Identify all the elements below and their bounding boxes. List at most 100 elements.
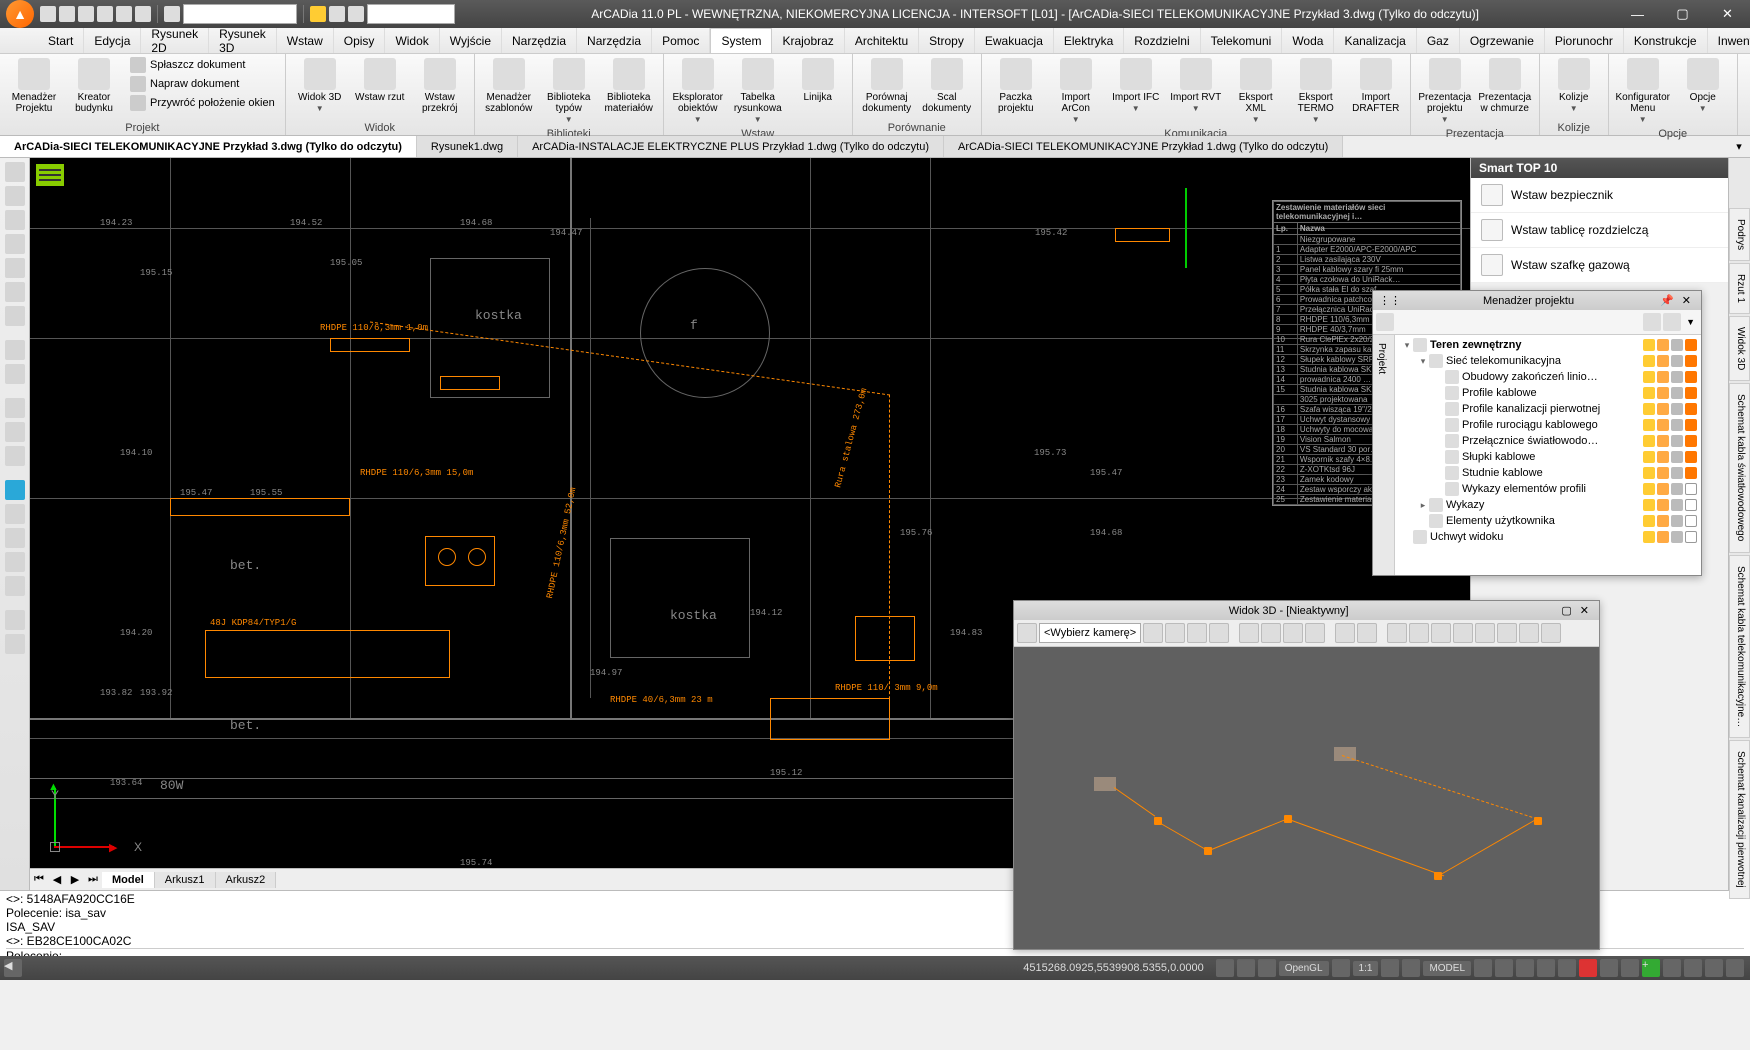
- refresh-icon[interactable]: [5, 480, 25, 500]
- circle-icon[interactable]: [5, 282, 25, 302]
- color-swatch[interactable]: [1685, 419, 1697, 431]
- freeze-icon[interactable]: [1657, 451, 1669, 463]
- menu-tab[interactable]: Kanalizacja: [1334, 28, 1416, 53]
- tree-item[interactable]: ▾Teren zewnętrzny: [1397, 337, 1699, 353]
- ribbon-button[interactable]: Paczka projektu: [988, 56, 1044, 116]
- text-icon[interactable]: [5, 398, 25, 418]
- menu-tab[interactable]: System: [710, 28, 772, 53]
- menu-tab[interactable]: Rozdzielni: [1124, 28, 1200, 53]
- pin-icon[interactable]: 📌: [1656, 294, 1678, 307]
- status-icon[interactable]: [1216, 959, 1234, 977]
- ribbon-button[interactable]: Prezentacja w chmurze: [1477, 56, 1533, 116]
- pm-dropdown-icon[interactable]: ▼: [1683, 317, 1698, 327]
- v3d-icon[interactable]: [1497, 623, 1517, 643]
- right-side-tab[interactable]: Podrys: [1729, 208, 1750, 261]
- tree-item[interactable]: ▾Sieć telekomunikacyjna: [1397, 353, 1699, 369]
- menu-tab[interactable]: Architektu: [845, 28, 919, 53]
- v3d-icon[interactable]: [1409, 623, 1429, 643]
- menu-tab[interactable]: Wstaw: [277, 28, 334, 53]
- v3d-sun-icon[interactable]: [1475, 623, 1495, 643]
- color-swatch[interactable]: [1685, 387, 1697, 399]
- doctabs-menu-icon[interactable]: ▾: [1728, 136, 1750, 157]
- visibility-icon[interactable]: [1643, 355, 1655, 367]
- menu-tab[interactable]: Opisy: [334, 28, 386, 53]
- status-icon[interactable]: [1600, 959, 1618, 977]
- v3d-pan-icon[interactable]: [1187, 623, 1207, 643]
- float-grip-icon[interactable]: ⋮⋮: [1379, 294, 1401, 307]
- print-icon[interactable]: [1671, 451, 1683, 463]
- canvas-menu-icon[interactable]: [36, 164, 64, 186]
- visibility-icon[interactable]: [1643, 403, 1655, 415]
- menu-tab[interactable]: Konstrukcje: [1624, 28, 1708, 53]
- menu-tab[interactable]: Woda: [1282, 28, 1334, 53]
- tree-item[interactable]: Profile rurociągu kablowego: [1397, 417, 1699, 433]
- ribbon-button[interactable]: Menadżer szablonów: [481, 56, 537, 116]
- tree-item[interactable]: Studnie kablowe: [1397, 465, 1699, 481]
- print-icon[interactable]: [1671, 387, 1683, 399]
- pm-home-icon[interactable]: [1376, 313, 1394, 331]
- v3d-snapshot-icon[interactable]: [1335, 623, 1355, 643]
- sheet-prev-icon[interactable]: ◀: [48, 873, 66, 886]
- v3d-save-icon[interactable]: [1239, 623, 1259, 643]
- freeze-icon[interactable]: [1657, 531, 1669, 543]
- status-icon[interactable]: [1332, 959, 1350, 977]
- visibility-icon[interactable]: [1643, 371, 1655, 383]
- close-button[interactable]: ✕: [1705, 0, 1750, 28]
- camera-combo[interactable]: <Wybierz kamerę>: [1039, 623, 1141, 643]
- right-side-tab[interactable]: Rzut 1: [1729, 263, 1750, 314]
- print-icon[interactable]: [1671, 467, 1683, 479]
- ribbon-button[interactable]: Import DRAFTER: [1348, 56, 1404, 116]
- v3d-record-icon[interactable]: [1357, 623, 1377, 643]
- ribbon-button[interactable]: Eksport XML▼: [1228, 56, 1284, 127]
- close-icon[interactable]: ✕: [1576, 604, 1593, 617]
- freeze-icon[interactable]: [1657, 403, 1669, 415]
- v3d-icon[interactable]: [1017, 623, 1037, 643]
- status-icon[interactable]: [1237, 959, 1255, 977]
- grid-icon[interactable]: [1495, 959, 1513, 977]
- menu-tab[interactable]: Stropy: [919, 28, 975, 53]
- pm-side-tab[interactable]: Projekt: [1373, 335, 1390, 382]
- v3d-icon[interactable]: [1431, 623, 1451, 643]
- menu-tab[interactable]: Elektryka: [1054, 28, 1124, 53]
- menu-tab[interactable]: Start: [38, 28, 84, 53]
- smart-top-item[interactable]: Wstaw tablicę rozdzielczą: [1471, 213, 1728, 248]
- right-side-tab[interactable]: Widok 3D: [1729, 316, 1750, 381]
- color-swatch[interactable]: [1685, 515, 1697, 527]
- print-icon[interactable]: [1671, 355, 1683, 367]
- qat-workspace-combo[interactable]: Szkicowanie i opisy ▾: [183, 4, 297, 24]
- ortho-icon[interactable]: [1516, 959, 1534, 977]
- color-swatch[interactable]: [1685, 451, 1697, 463]
- sheet-tab[interactable]: Arkusz2: [216, 872, 277, 888]
- freeze-icon[interactable]: [1657, 387, 1669, 399]
- menu-tab[interactable]: Widok: [385, 28, 439, 53]
- ribbon-button-small[interactable]: Przywróć położenie okien: [126, 94, 279, 112]
- pan-icon[interactable]: [5, 504, 25, 524]
- view-3d-panel[interactable]: Widok 3D - [Nieaktywny] ▢ ✕ <Wybierz kam…: [1013, 600, 1600, 950]
- status-icon[interactable]: [1579, 959, 1597, 977]
- menu-tab[interactable]: Rysunek 3D: [209, 28, 277, 53]
- zoom-out-icon[interactable]: [5, 552, 25, 572]
- color-swatch[interactable]: [1685, 467, 1697, 479]
- v3d-zoom-icon[interactable]: [1209, 623, 1229, 643]
- polyline-icon[interactable]: [5, 186, 25, 206]
- qat-icon[interactable]: [348, 6, 364, 22]
- right-side-tab[interactable]: Schemat kabla światłowodowego: [1729, 383, 1750, 552]
- v3d-walk-icon[interactable]: [1305, 623, 1325, 643]
- color-swatch[interactable]: [1685, 403, 1697, 415]
- visibility-icon[interactable]: [1643, 531, 1655, 543]
- ribbon-button[interactable]: Import ArCon▼: [1048, 56, 1104, 127]
- measure-icon[interactable]: [5, 610, 25, 630]
- menu-tab[interactable]: Inwentaryz: [1708, 28, 1750, 53]
- color-swatch[interactable]: [1685, 371, 1697, 383]
- minimize-icon[interactable]: ▢: [1557, 604, 1575, 617]
- smart-top-item[interactable]: Wstaw szafkę gazową: [1471, 248, 1728, 283]
- v3d-camera-icon[interactable]: [1143, 623, 1163, 643]
- status-icon[interactable]: [1663, 959, 1681, 977]
- qat-undo-icon[interactable]: [116, 6, 132, 22]
- color-swatch[interactable]: [1685, 355, 1697, 367]
- sheet-tab[interactable]: Model: [102, 872, 155, 888]
- snap-icon[interactable]: [1474, 959, 1492, 977]
- visibility-icon[interactable]: [1643, 499, 1655, 511]
- dim-icon[interactable]: [5, 446, 25, 466]
- ribbon-button[interactable]: Biblioteka materiałów: [601, 56, 657, 116]
